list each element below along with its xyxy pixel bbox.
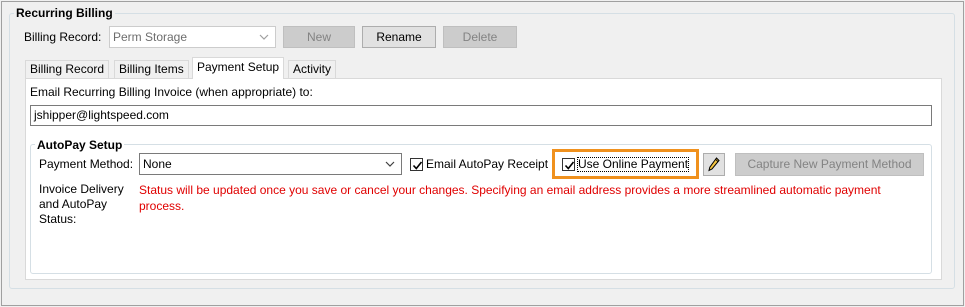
status-message: Status will be updated once you save or …: [139, 183, 881, 213]
autopay-title: AutoPay Setup: [35, 138, 125, 152]
email-field[interactable]: jshipper@lightspeed.com: [30, 105, 932, 126]
new-button[interactable]: New: [283, 26, 355, 48]
payment-method-value: None: [143, 157, 172, 171]
group-title: Recurring Billing: [14, 6, 115, 20]
chevron-down-icon: [385, 161, 395, 167]
use-online-payment-checkbox[interactable]: [562, 158, 575, 171]
tab-activity[interactable]: Activity: [288, 60, 337, 78]
use-online-payment-label: Use Online Payment: [577, 157, 690, 172]
billing-record-label: Billing Record:: [24, 30, 102, 44]
email-invoice-label: Email Recurring Billing Invoice (when ap…: [30, 85, 313, 99]
pencil-icon: [708, 157, 720, 172]
checkmark-icon: [564, 161, 575, 170]
checkmark-icon: [412, 161, 423, 170]
email-autopay-receipt-label: Email AutoPay Receipt: [426, 157, 549, 171]
tab-payment-setup[interactable]: Payment Setup: [192, 57, 285, 79]
capture-payment-method-button[interactable]: Capture New Payment Method: [735, 153, 924, 176]
rename-button[interactable]: Rename: [362, 26, 436, 48]
status-label: Invoice Delivery and AutoPay Status:: [39, 182, 124, 226]
delete-button[interactable]: Delete: [443, 26, 517, 48]
tab-billing-record[interactable]: Billing Record: [25, 60, 110, 78]
email-autopay-receipt-checkbox[interactable]: [410, 158, 423, 171]
chevron-down-icon: [259, 34, 269, 40]
tab-billing-items[interactable]: Billing Items: [114, 60, 189, 78]
payment-method-select[interactable]: None: [139, 153, 402, 175]
billing-record-select[interactable]: Perm Storage: [109, 26, 276, 48]
edit-payment-button[interactable]: [703, 153, 725, 176]
billing-record-value: Perm Storage: [113, 30, 188, 44]
payment-method-label: Payment Method:: [39, 157, 134, 171]
